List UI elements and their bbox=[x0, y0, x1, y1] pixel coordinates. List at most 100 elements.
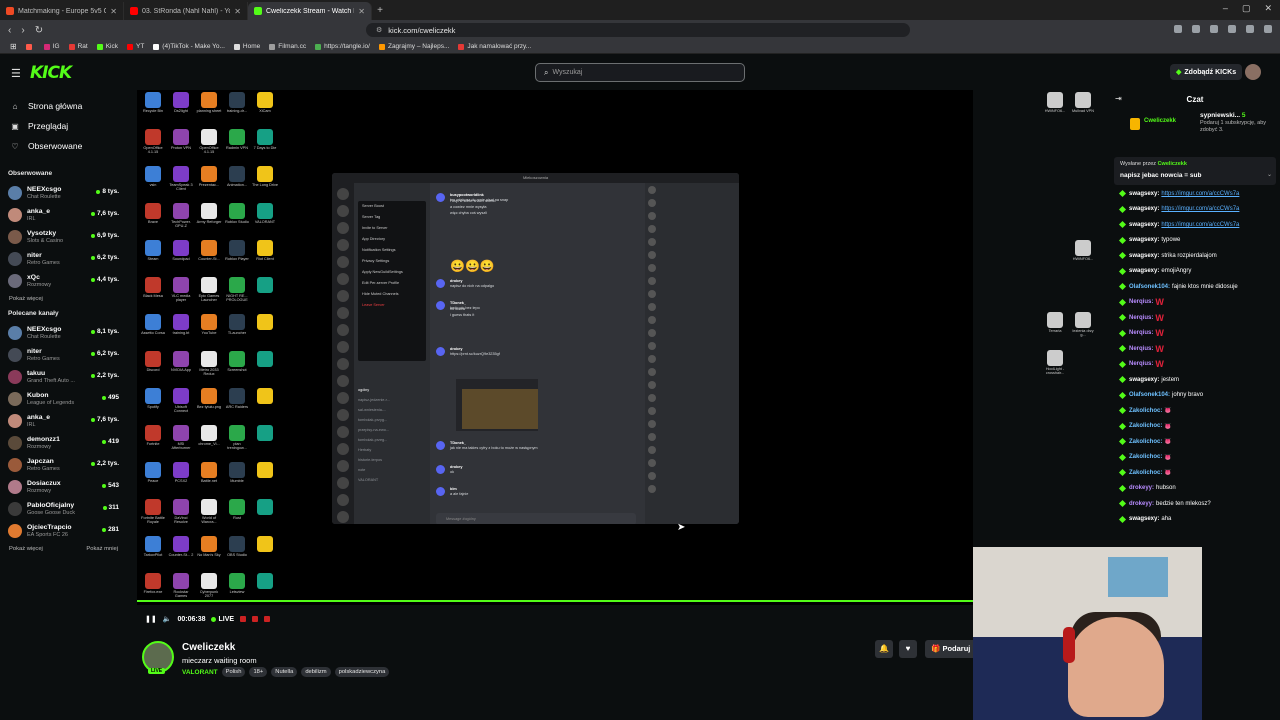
tab-close-icon[interactable]: ✕ bbox=[110, 7, 117, 16]
new-tab-button[interactable]: + bbox=[372, 5, 388, 16]
progress-bar[interactable] bbox=[137, 600, 973, 602]
forward-icon[interactable]: › bbox=[21, 25, 24, 36]
chat-username[interactable]: swagsexy: bbox=[1129, 377, 1159, 383]
chat-username[interactable]: drokeyy: bbox=[1129, 501, 1154, 507]
notification-bell-icon[interactable]: 🔔 bbox=[875, 640, 893, 658]
sidebar-channel[interactable]: takuu Grand Theft Auto ... 2,2 tys. bbox=[0, 366, 128, 388]
chat-link[interactable]: https://imgur.com/a/ccCWs7a bbox=[1161, 206, 1239, 212]
stream-tag[interactable]: polskadziewczyna bbox=[334, 667, 390, 677]
kick-logo[interactable]: KICK bbox=[30, 63, 72, 83]
chat-username[interactable]: Nerqius: bbox=[1129, 346, 1153, 352]
gift-sub-button[interactable]: 🎁 Podaruj bbox=[925, 640, 975, 658]
stream-tag[interactable]: debilizm bbox=[301, 667, 331, 677]
chat-username[interactable]: swagsexy: bbox=[1129, 222, 1159, 228]
bookmark[interactable]: YT bbox=[126, 43, 144, 50]
sidebar-channel[interactable]: Japczan Retro Games 2,2 tys. bbox=[0, 454, 128, 476]
extension-icon[interactable] bbox=[1210, 25, 1218, 33]
chat-username[interactable]: Nerqius: bbox=[1129, 299, 1153, 305]
pause-icon[interactable]: ❚❚ bbox=[145, 615, 157, 623]
show-less-recommended[interactable]: Pokaż mniej bbox=[86, 546, 118, 552]
extension-icon[interactable] bbox=[1246, 25, 1254, 33]
chevron-down-icon[interactable]: ⌄ bbox=[1267, 171, 1272, 178]
chat-username[interactable]: Zakolichoc: bbox=[1129, 470, 1162, 476]
site-info-icon[interactable]: ⚙ bbox=[376, 26, 382, 34]
chat-username[interactable]: Nerqius: bbox=[1129, 315, 1153, 321]
channel-name[interactable]: Cweliczekk bbox=[182, 642, 235, 653]
pinned-message[interactable]: Wysłane przez Cweliczekk napisz jebac no… bbox=[1114, 157, 1276, 185]
sidebar-nav-item[interactable]: ▣ Przeglądaj bbox=[10, 116, 128, 136]
stream-tag[interactable]: Nutella bbox=[271, 667, 298, 677]
chat-username[interactable]: Zakolichoc: bbox=[1129, 454, 1162, 460]
chat-username[interactable]: swagsexy: bbox=[1129, 253, 1159, 259]
sidebar-channel[interactable]: niter Retro Games 6,2 tys. bbox=[0, 344, 128, 366]
sidebar-channel[interactable]: Kubon League of Legends 495 bbox=[0, 388, 128, 410]
show-more-followed[interactable]: Pokaż więcej bbox=[0, 292, 128, 306]
back-icon[interactable]: ‹ bbox=[8, 25, 11, 36]
bookmark[interactable]: Zagrajmy – Najleps... bbox=[378, 43, 449, 50]
get-kicks-button[interactable]: ◆ Zdobądź KICKs bbox=[1170, 64, 1243, 80]
chat-username[interactable]: swagsexy: bbox=[1129, 268, 1159, 274]
chat-username[interactable]: swagsexy: bbox=[1129, 191, 1159, 197]
chat-username[interactable]: swagsexy: bbox=[1129, 206, 1159, 212]
bookmark[interactable]: Kick bbox=[96, 43, 118, 50]
sidebar-channel[interactable]: NEEXcsgo Chat Roulette 8 tys. bbox=[0, 182, 128, 204]
extension-icon[interactable] bbox=[1174, 25, 1182, 33]
chat-link[interactable]: https://imgur.com/a/ccCWs7a bbox=[1161, 191, 1239, 197]
sidebar-channel[interactable]: OjciecTrapcio EA Sports FC 26 281 bbox=[0, 520, 128, 542]
bookmark[interactable]: https://tangle.io/ bbox=[315, 43, 370, 50]
chat-username[interactable]: swagsexy: bbox=[1129, 516, 1159, 522]
chat-username[interactable]: Olafsonek104: bbox=[1129, 284, 1170, 290]
chat-username[interactable]: Olafsonek104: bbox=[1129, 392, 1170, 398]
chat-link[interactable]: https://imgur.com/a/ccCWs7a bbox=[1161, 222, 1239, 228]
top-supporter-name[interactable]: Cweliczekk bbox=[1144, 118, 1176, 124]
extension-icon[interactable] bbox=[1192, 25, 1200, 33]
sidebar-channel[interactable]: anka_e IRL 7,6 tys. bbox=[0, 204, 128, 226]
browser-tab[interactable]: Matchmaking - Europe 5v5 Queue - ✕ bbox=[0, 2, 124, 20]
chat-username[interactable]: Zakolichoc: bbox=[1129, 408, 1162, 414]
show-more-recommended[interactable]: Pokaż więcej bbox=[9, 546, 43, 552]
sidebar-channel[interactable]: xQc Rozmowy 4,4 tys. bbox=[0, 270, 128, 292]
search-input[interactable]: ⌕ Wyszukaj bbox=[535, 63, 745, 82]
sidebar-channel[interactable]: NEEXcsgo Chat Roulette 8,1 tys. bbox=[0, 322, 128, 344]
sidebar-channel[interactable]: PabloOficjalny Goose Goose Duck 311 bbox=[0, 498, 128, 520]
minimize-icon[interactable]: – bbox=[1223, 3, 1228, 14]
bookmark[interactable]: Jak namalować przy... bbox=[458, 43, 531, 50]
follow-heart-icon[interactable]: ♥ bbox=[899, 640, 917, 658]
bookmark[interactable]: IG bbox=[43, 43, 60, 50]
sidebar-channel[interactable]: anka_e IRL 7,6 tys. bbox=[0, 410, 128, 432]
sidebar-channel[interactable]: Vysotzky Slots & Casino 6,9 tys. bbox=[0, 226, 128, 248]
chat-username[interactable]: Nerqius: bbox=[1129, 330, 1153, 336]
bookmark[interactable] bbox=[25, 43, 35, 50]
sidebar-channel[interactable]: demonzz1 Rozmowy 419 bbox=[0, 432, 128, 454]
menu-icon[interactable]: ☰ bbox=[11, 67, 21, 80]
browser-tab[interactable]: 03. StRonda (Nahl Nahl) - YouTube ✕ bbox=[124, 2, 248, 20]
reload-icon[interactable]: ↻ bbox=[35, 25, 43, 36]
maximize-icon[interactable]: ▢ bbox=[1242, 3, 1251, 14]
bookmark[interactable]: (4)TikTok - Make Yo... bbox=[153, 43, 225, 50]
sidebar-nav-item[interactable]: ⌂ Strona główna bbox=[10, 96, 128, 116]
sidebar-channel[interactable]: niter Retro Games 6,2 tys. bbox=[0, 248, 128, 270]
top-gifter-name[interactable]: sypniewski... 5 bbox=[1200, 112, 1246, 119]
sidebar-channel[interactable]: Dosiaczux Rozmowy 543 bbox=[0, 476, 128, 498]
chat-username[interactable]: Nerqius: bbox=[1129, 361, 1153, 367]
url-bar[interactable]: ⚙ kick.com/cweliczekk bbox=[366, 23, 910, 37]
tab-close-icon[interactable]: ✕ bbox=[234, 7, 241, 16]
stream-category[interactable]: VALORANT bbox=[182, 669, 218, 676]
sidebar-nav-item[interactable]: ♡ Obserwowane bbox=[10, 136, 128, 156]
tab-close-icon[interactable]: ✕ bbox=[358, 7, 365, 16]
bookmark[interactable]: Rat bbox=[68, 43, 88, 50]
stream-tag[interactable]: Polish bbox=[221, 667, 246, 677]
close-window-icon[interactable]: ✕ bbox=[1264, 3, 1272, 14]
profile-icon[interactable] bbox=[1264, 25, 1272, 33]
chat-username[interactable]: swagsexy: bbox=[1129, 237, 1159, 243]
browser-tab[interactable]: Cweliczekk Stream - Watch L ✕ bbox=[248, 2, 372, 20]
extension-icon[interactable] bbox=[1228, 25, 1236, 33]
bookmark[interactable]: Filman.cc bbox=[269, 43, 306, 50]
bookmark[interactable]: Home bbox=[233, 43, 260, 50]
stream-tag[interactable]: 18+ bbox=[249, 667, 268, 677]
apps-icon[interactable]: ⊞ bbox=[10, 42, 17, 51]
volume-icon[interactable]: 🔈 bbox=[163, 615, 172, 623]
user-avatar[interactable] bbox=[1245, 64, 1261, 80]
chat-username[interactable]: Zakolichoc: bbox=[1129, 439, 1162, 445]
chat-username[interactable]: Zakolichoc: bbox=[1129, 423, 1162, 429]
